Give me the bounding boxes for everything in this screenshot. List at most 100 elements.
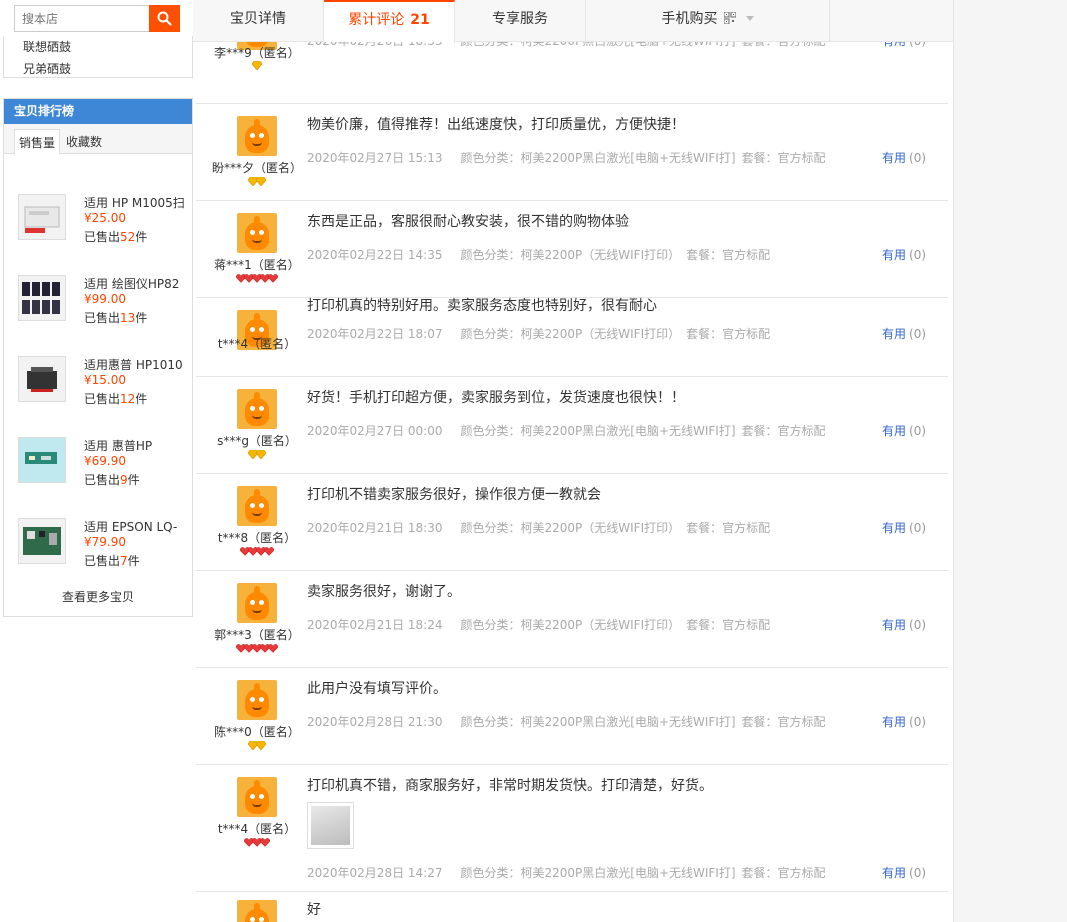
useful-button[interactable]: 有用(0) bbox=[882, 42, 926, 49]
useful-label[interactable]: 有用 bbox=[882, 42, 906, 48]
review-item: 郭***3（匿名） 卖家服务很好，谢谢了。 2020年02月21日 18:24 颜色分… bbox=[196, 571, 948, 668]
review-meta: 2020年02月21日 18:30 颜色分类：柯美2200P（无线WIFI打印） 套… bbox=[307, 519, 788, 536]
useful-button[interactable]: 有用(0) bbox=[882, 864, 926, 881]
review-sku-color: 颜色分类：柯美2200P（无线WIFI打印） bbox=[460, 327, 681, 341]
reviewer-name: 郭***3（匿名） bbox=[214, 628, 300, 642]
review-date: 2020年02月21日 18:30 bbox=[307, 521, 443, 535]
review-text: 打印机真不错，商家服务好，非常时期发货快。打印清楚，好货。 bbox=[307, 778, 713, 794]
review-sku-color: 颜色分类：柯美2200P黑白激光[电脑+无线WIFI打] bbox=[460, 42, 735, 48]
ranking-title: 宝贝排行榜 bbox=[4, 99, 192, 124]
tab-favorites[interactable]: 收藏数 bbox=[62, 129, 106, 155]
product-name[interactable]: 适用 EPSON LQ- bbox=[84, 518, 184, 535]
ranking-item[interactable]: 适用 惠普HP ¥69.90 已售出9件 bbox=[4, 437, 192, 497]
useful-label[interactable]: 有用 bbox=[882, 521, 906, 535]
review-date: 2020年02月21日 18:24 bbox=[307, 618, 443, 632]
search-icon bbox=[157, 11, 172, 26]
reviewer-name: t***4（匿名） bbox=[217, 337, 297, 351]
useful-label[interactable]: 有用 bbox=[882, 151, 906, 165]
reviewer-name: t***4（匿名） bbox=[217, 822, 297, 836]
product-name[interactable]: 适用 绘图仪HP82 bbox=[84, 275, 184, 292]
product-thumbnail[interactable] bbox=[18, 437, 66, 483]
review-meta: 2020年02月22日 14:35 颜色分类：柯美2200P（无线WIFI打印） 套… bbox=[307, 246, 788, 263]
review-meta: 2020年02月28日 14:27 颜色分类：柯美2200P黑白激光[电脑+无线W… bbox=[307, 864, 844, 881]
review-meta: 2020年02月28日 21:30 颜色分类：柯美2200P黑白激光[电脑+无线W… bbox=[307, 713, 844, 730]
diamond-badge-icon bbox=[252, 61, 262, 70]
review-date: 2020年02月28日 21:30 bbox=[307, 715, 443, 729]
useful-count: (0) bbox=[909, 151, 927, 165]
user-avatar bbox=[237, 213, 277, 253]
review-sku-color: 颜色分类：柯美2200P黑白激光[电脑+无线WIFI打] bbox=[460, 151, 736, 165]
left-sidebar: 联想硒鼓 兄弟硒鼓 宝贝排行榜 销售量 收藏数 适用 HP M1005扫 ¥25… bbox=[0, 0, 196, 922]
qr-code-icon bbox=[723, 12, 736, 24]
category-item[interactable]: 联想硒鼓 bbox=[23, 38, 71, 55]
useful-label[interactable]: 有用 bbox=[882, 618, 906, 632]
reviewer-name: t***8（匿名） bbox=[217, 531, 297, 545]
product-thumbnail[interactable] bbox=[18, 275, 66, 321]
useful-button[interactable]: 有用(0) bbox=[882, 713, 926, 730]
product-thumbnail[interactable] bbox=[18, 356, 66, 402]
review-photo[interactable] bbox=[307, 802, 354, 849]
tab-service[interactable]: 专享服务 bbox=[455, 0, 586, 42]
product-thumbnail[interactable] bbox=[18, 518, 66, 564]
ranking-item[interactable]: 适用 EPSON LQ- ¥79.90 已售出7件 bbox=[4, 518, 192, 578]
product-name[interactable]: 适用 惠普HP bbox=[84, 437, 184, 454]
useful-button[interactable]: 有用(0) bbox=[882, 616, 926, 633]
reviewer-name: s***g（匿名） bbox=[217, 434, 297, 448]
product-sold: 已售出7件 bbox=[84, 554, 140, 568]
user-avatar bbox=[237, 583, 277, 623]
tab-sales[interactable]: 销售量 bbox=[14, 129, 61, 155]
useful-count: (0) bbox=[909, 521, 927, 535]
review-date: 2020年02月22日 14:35 bbox=[307, 248, 443, 262]
useful-label[interactable]: 有用 bbox=[882, 327, 906, 341]
useful-button[interactable]: 有用(0) bbox=[882, 422, 926, 439]
buyer-credit-badges bbox=[196, 61, 318, 71]
useful-label[interactable]: 有用 bbox=[882, 715, 906, 729]
useful-count: (0) bbox=[909, 327, 927, 341]
review-date: 2020年02月27日 00:00 bbox=[307, 424, 443, 438]
useful-label[interactable]: 有用 bbox=[882, 424, 906, 438]
review-sku-package: 套餐：官方标配 bbox=[742, 42, 826, 48]
ranking-item[interactable]: 适用惠普 HP1010 ¥15.00 已售出12件 bbox=[4, 356, 192, 416]
product-thumbnail[interactable] bbox=[18, 194, 66, 240]
tab-details[interactable]: 宝贝详情 bbox=[193, 0, 324, 42]
ranking-item[interactable]: 适用 HP M1005扫 ¥25.00 已售出52件 bbox=[4, 194, 192, 254]
heart-badge-icon bbox=[268, 274, 278, 283]
product-sold: 已售出13件 bbox=[84, 311, 148, 325]
shop-search-input[interactable] bbox=[15, 6, 149, 31]
useful-button[interactable]: 有用(0) bbox=[882, 246, 926, 263]
useful-label[interactable]: 有用 bbox=[882, 248, 906, 262]
review-sku-package: 套餐：官方标配 bbox=[686, 618, 771, 632]
category-item[interactable]: 兄弟硒鼓 bbox=[23, 60, 71, 77]
useful-button[interactable]: 有用(0) bbox=[882, 149, 926, 166]
review-sku-package: 套餐：官方标配 bbox=[741, 424, 826, 438]
tab-reviews[interactable]: 累计评论 21 bbox=[324, 0, 455, 43]
review-text: 好 bbox=[307, 902, 321, 918]
useful-count: (0) bbox=[909, 715, 927, 729]
review-date: 2020年02月22日 18:07 bbox=[307, 327, 443, 341]
review-item: 李***9（匿名） 2020年02月26日 18:33 颜色分类：柯美2200P黑白… bbox=[196, 42, 948, 104]
review-item: t***4（匿名） 打印机真不错，商家服务好，非常时期发货快。打印清楚，好货。 20… bbox=[196, 765, 948, 892]
buyer-credit-badges bbox=[196, 177, 318, 187]
product-tabs: 宝贝详情 累计评论 21 专享服务 手机购买 bbox=[193, 0, 953, 43]
useful-button[interactable]: 有用(0) bbox=[882, 325, 926, 342]
search-button[interactable] bbox=[149, 5, 180, 32]
reviewer-name: 陈***0（匿名） bbox=[214, 725, 300, 739]
reviews-count: 21 bbox=[410, 12, 430, 28]
review-meta: 2020年02月21日 18:24 颜色分类：柯美2200P（无线WIFI打印） 套… bbox=[307, 616, 788, 633]
user-avatar bbox=[237, 389, 277, 429]
tab-mobile-purchase[interactable]: 手机购买 bbox=[586, 0, 830, 42]
reviewer-name: 蒋***1（匿名） bbox=[214, 258, 300, 272]
product-name[interactable]: 适用惠普 HP1010 bbox=[84, 356, 184, 373]
product-name[interactable]: 适用 HP M1005扫 bbox=[84, 194, 184, 211]
view-more-link[interactable]: 查看更多宝贝 bbox=[4, 588, 192, 605]
review-meta: 2020年02月27日 00:00 颜色分类：柯美2200P黑白激光[电脑+无线W… bbox=[307, 422, 844, 439]
review-sku-color: 颜色分类：柯美2200P（无线WIFI打印） bbox=[460, 248, 681, 262]
product-price: ¥15.00 bbox=[84, 373, 126, 387]
review-text: 打印机不错卖家服务很好，操作很方便一教就会 bbox=[307, 487, 601, 503]
useful-label[interactable]: 有用 bbox=[882, 866, 906, 880]
useful-button[interactable]: 有用(0) bbox=[882, 519, 926, 536]
reviewer-name: 盼***夕（匿名） bbox=[211, 161, 302, 175]
ranking-item[interactable]: 适用 绘图仪HP82 ¥99.00 已售出13件 bbox=[4, 275, 192, 335]
review-item: s***g（匿名） 好货！手机打印超方便，卖家服务到位，发货速度也很快！！ 2020… bbox=[196, 377, 948, 474]
review-sku-color: 颜色分类：柯美2200P黑白激光[电脑+无线WIFI打] bbox=[460, 866, 736, 880]
